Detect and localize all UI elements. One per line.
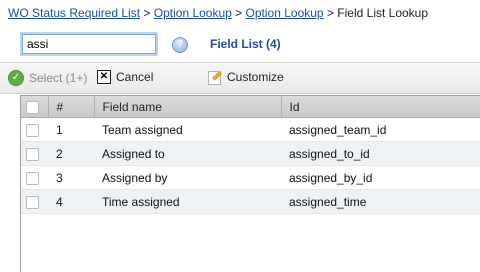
table-row[interactable]: 3 Assigned by assigned_by_id (21, 165, 480, 190)
row-id[interactable]: assigned_by_id (281, 165, 480, 190)
field-list-table: # Field name Id 1 Team assigned assigned… (20, 95, 480, 272)
row-id[interactable]: assigned_team_id (281, 117, 480, 142)
row-id[interactable]: assigned_to_id (281, 141, 480, 166)
select-all-checkbox[interactable] (26, 100, 39, 114)
help-icon[interactable]: ? (172, 37, 188, 53)
table-row[interactable]: 1 Team assigned assigned_team_id (21, 117, 480, 142)
row-field-name[interactable]: Time assigned (94, 189, 281, 214)
row-field-name[interactable]: Assigned by (94, 165, 281, 190)
breadcrumb-separator: > (326, 6, 334, 20)
breadcrumb-separator: > (235, 6, 243, 20)
select-button[interactable]: ✓ Select (1+) (8, 70, 87, 86)
breadcrumb-link-option-lookup-1[interactable]: Option Lookup (154, 6, 232, 20)
table-row[interactable]: 2 Assigned to assigned_to_id (21, 141, 480, 166)
row-checkbox-cell (21, 117, 48, 142)
select-button-label: Select (1+) (29, 71, 88, 85)
row-checkbox-cell (21, 141, 48, 166)
row-checkbox[interactable] (26, 171, 39, 185)
customize-button[interactable]: Customize (206, 70, 284, 85)
column-header-field-name[interactable]: Field name (94, 96, 282, 118)
check-circle-icon: ✓ (8, 70, 24, 86)
row-checkbox[interactable] (26, 123, 39, 137)
row-field-name[interactable]: Assigned to (94, 141, 281, 166)
breadcrumb: WO Status Required List > Option Lookup … (8, 6, 428, 20)
close-box-icon: ✕ (97, 70, 111, 84)
row-checkbox-cell (21, 189, 48, 214)
breadcrumb-link-wo-status[interactable]: WO Status Required List (8, 6, 140, 20)
cancel-button[interactable]: ✕ Cancel (97, 70, 153, 84)
row-field-name[interactable]: Team assigned (94, 117, 281, 142)
breadcrumb-current: Field List Lookup (337, 6, 429, 20)
row-number: 2 (48, 141, 94, 166)
row-number: 1 (48, 117, 94, 142)
row-number: 4 (48, 189, 94, 214)
row-checkbox[interactable] (26, 147, 39, 161)
customize-button-label: Customize (227, 70, 284, 84)
toolbar: ✓ Select (1+) ✕ Cancel Customize (0, 62, 480, 94)
row-number: 3 (48, 165, 94, 190)
list-title: Field List (4) (210, 37, 281, 51)
row-id[interactable]: assigned_time (281, 189, 480, 214)
search-input[interactable] (22, 34, 156, 54)
breadcrumb-link-option-lookup-2[interactable]: Option Lookup (246, 6, 324, 20)
cancel-button-label: Cancel (116, 70, 154, 84)
table-header-row: # Field name Id (21, 96, 480, 118)
row-checkbox-cell (21, 165, 48, 190)
row-checkbox[interactable] (26, 195, 39, 209)
table-row[interactable]: 4 Time assigned assigned_time (21, 189, 480, 214)
column-header-number[interactable]: # (48, 96, 95, 118)
select-all-header[interactable] (21, 96, 49, 118)
breadcrumb-separator: > (143, 6, 151, 20)
edit-document-icon (206, 70, 223, 85)
column-header-id[interactable]: Id (281, 96, 480, 118)
